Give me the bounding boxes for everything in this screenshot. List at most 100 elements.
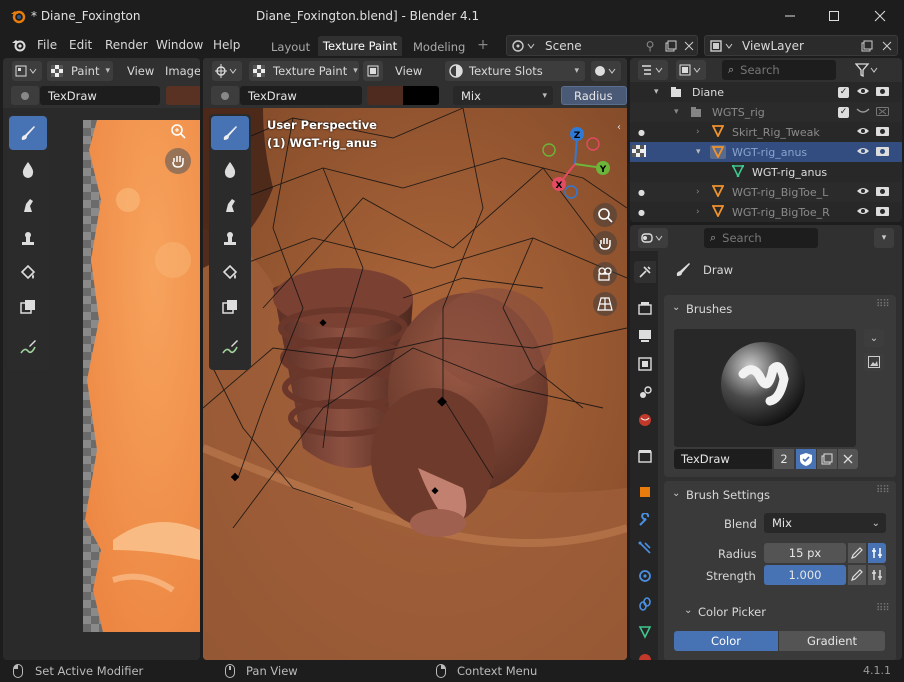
sidebar-collapse-icon[interactable]: ‹ — [617, 122, 621, 133]
world-tab-icon[interactable] — [634, 409, 656, 431]
eye-closed-icon[interactable] — [856, 106, 870, 119]
fill-icon[interactable] — [9, 256, 47, 290]
vp-soften-icon[interactable] — [211, 152, 249, 186]
eye-icon[interactable] — [856, 86, 870, 99]
eye-icon[interactable] — [856, 146, 870, 159]
radius-unit-toggle-icon[interactable] — [868, 543, 886, 563]
vp-draw-brush-icon[interactable] — [211, 116, 249, 150]
viewport-brush-field[interactable]: TexDraw — [240, 86, 362, 105]
brush-name-field[interactable]: TexDraw — [674, 449, 772, 469]
viewlayer-selector[interactable]: ViewLayer — [704, 35, 898, 56]
soften-icon[interactable] — [9, 152, 47, 186]
menu-file[interactable]: File — [37, 38, 57, 52]
viewport-radius-field[interactable]: Radius — [561, 86, 627, 105]
add-workspace-icon[interactable]: + — [476, 37, 490, 53]
pan-hand-icon[interactable] — [165, 148, 191, 174]
outliner-editor-type-icon[interactable] — [638, 60, 668, 80]
close-icon[interactable] — [870, 6, 890, 26]
camera-icon[interactable] — [876, 85, 889, 99]
image-image-menu[interactable]: Image — [165, 64, 200, 78]
mask-icon[interactable] — [9, 290, 47, 324]
clone-icon[interactable] — [9, 222, 47, 256]
viewlayer-copy-icon[interactable] — [859, 38, 875, 54]
chevron-down-icon[interactable]: ▾ — [654, 87, 659, 97]
chevron-down-icon[interactable]: ▾ — [696, 147, 701, 157]
minimize-icon[interactable] — [780, 6, 800, 26]
zoom-icon[interactable] — [169, 122, 187, 140]
camera-icon[interactable] — [876, 145, 889, 159]
texture-slots-selector[interactable]: Texture Slots ▾ — [445, 61, 585, 81]
strength-pressure-pen-icon[interactable] — [848, 565, 866, 585]
annotate-icon[interactable] — [9, 330, 47, 364]
smear-icon[interactable] — [9, 188, 47, 222]
scene-selector[interactable]: Scene ⚲ — [506, 35, 698, 56]
viewport-view-menu[interactable]: View — [395, 64, 422, 78]
collection-tab-icon[interactable] — [634, 445, 656, 467]
outliner-row[interactable]: ● › WGT-rig_BigToe_R — [630, 202, 902, 222]
chevron-down-icon[interactable]: ⌄ — [684, 605, 692, 616]
chevron-right-icon[interactable]: › — [696, 187, 700, 197]
radius-pressure-pen-icon[interactable] — [848, 543, 866, 563]
menu-help[interactable]: Help — [213, 38, 240, 52]
outliner-row[interactable]: ▾ WGTS_rig ✓ — [630, 102, 902, 122]
outliner-row[interactable]: ● › Skirt_Rig_Tweak — [630, 122, 902, 142]
tool-tab-icon[interactable] — [634, 261, 656, 283]
properties-search[interactable]: ⌕ Search — [704, 228, 818, 248]
eye-icon[interactable] — [856, 126, 870, 139]
strength-slider[interactable]: 1.000 — [764, 565, 846, 585]
color-picker-title[interactable]: Color Picker — [698, 605, 766, 619]
viewport-shading-toggle-icon[interactable] — [363, 61, 383, 81]
color-tab[interactable]: Color — [674, 631, 778, 651]
unlink-brush-icon[interactable] — [838, 449, 858, 469]
vp-annotate-icon[interactable] — [211, 330, 249, 364]
vp-smear-icon[interactable] — [211, 188, 249, 222]
brushes-panel-title[interactable]: Brushes — [686, 302, 732, 316]
outliner-row[interactable]: WGT-rig_anus — [630, 162, 902, 182]
viewport-brush-icon[interactable] — [211, 86, 239, 105]
output-tab-icon[interactable] — [634, 325, 656, 347]
viewport-mode-selector[interactable]: Texture Paint ▾ — [249, 61, 359, 81]
navigation-gizmo[interactable]: Z Y X — [537, 124, 617, 204]
drag-handle-icon[interactable]: ⠿⠿ — [876, 299, 890, 310]
viewport-color-swatch[interactable] — [367, 86, 439, 105]
brush-users-count[interactable]: 2 — [774, 449, 794, 469]
tab-modeling[interactable]: Modeling — [413, 40, 465, 54]
modifier-tab-icon[interactable] — [634, 509, 656, 531]
duplicate-brush-icon[interactable] — [817, 449, 837, 469]
image-paint-mode[interactable]: Paint ▾ — [47, 61, 113, 81]
blend-selector[interactable]: Mix ⌄ — [764, 513, 886, 533]
drag-handle-icon[interactable]: ⠿⠿ — [876, 603, 890, 614]
camera-view-icon[interactable] — [593, 262, 617, 286]
image-color-swatch[interactable] — [166, 86, 200, 105]
camera-icon[interactable] — [876, 205, 889, 219]
tab-layout[interactable]: Layout — [271, 40, 310, 54]
eye-icon[interactable] — [856, 186, 870, 199]
image-brush-field[interactable]: TexDraw — [40, 86, 160, 105]
menu-render[interactable]: Render — [105, 38, 148, 52]
properties-options-icon[interactable]: ▾ — [874, 228, 894, 248]
render-tab-icon[interactable] — [634, 297, 656, 319]
viewport-overlay-icon[interactable] — [591, 61, 621, 81]
image-view-menu[interactable]: View — [127, 64, 154, 78]
data-tab-icon[interactable] — [634, 621, 656, 643]
outliner-row-selected[interactable]: ▾ WGT-rig_anus — [630, 142, 902, 162]
scene-tab-icon[interactable] — [634, 381, 656, 403]
vp-clone-icon[interactable] — [211, 222, 249, 256]
object-tab-icon[interactable] — [634, 481, 656, 503]
chevron-right-icon[interactable]: › — [696, 207, 700, 217]
strength-unit-toggle-icon[interactable] — [868, 565, 886, 585]
scene-copy-icon[interactable] — [663, 38, 679, 54]
material-tab-icon[interactable] — [634, 649, 656, 660]
camera-disabled-icon[interactable] — [876, 105, 889, 119]
radius-field[interactable]: 15 px — [764, 543, 846, 563]
pin-icon[interactable]: ⚲ — [643, 39, 657, 53]
outliner-search[interactable]: ⌕ Search — [722, 60, 836, 80]
constraints-tab-icon[interactable] — [634, 593, 656, 615]
brush-preview[interactable] — [674, 329, 856, 447]
fake-user-shield-icon[interactable] — [796, 449, 816, 469]
menu-edit[interactable]: Edit — [69, 38, 92, 52]
vp-mask-icon[interactable] — [211, 290, 249, 324]
chevron-down-icon[interactable]: ▾ — [674, 107, 679, 117]
physics-tab-icon[interactable] — [634, 565, 656, 587]
image-brush-icon[interactable] — [11, 86, 39, 105]
